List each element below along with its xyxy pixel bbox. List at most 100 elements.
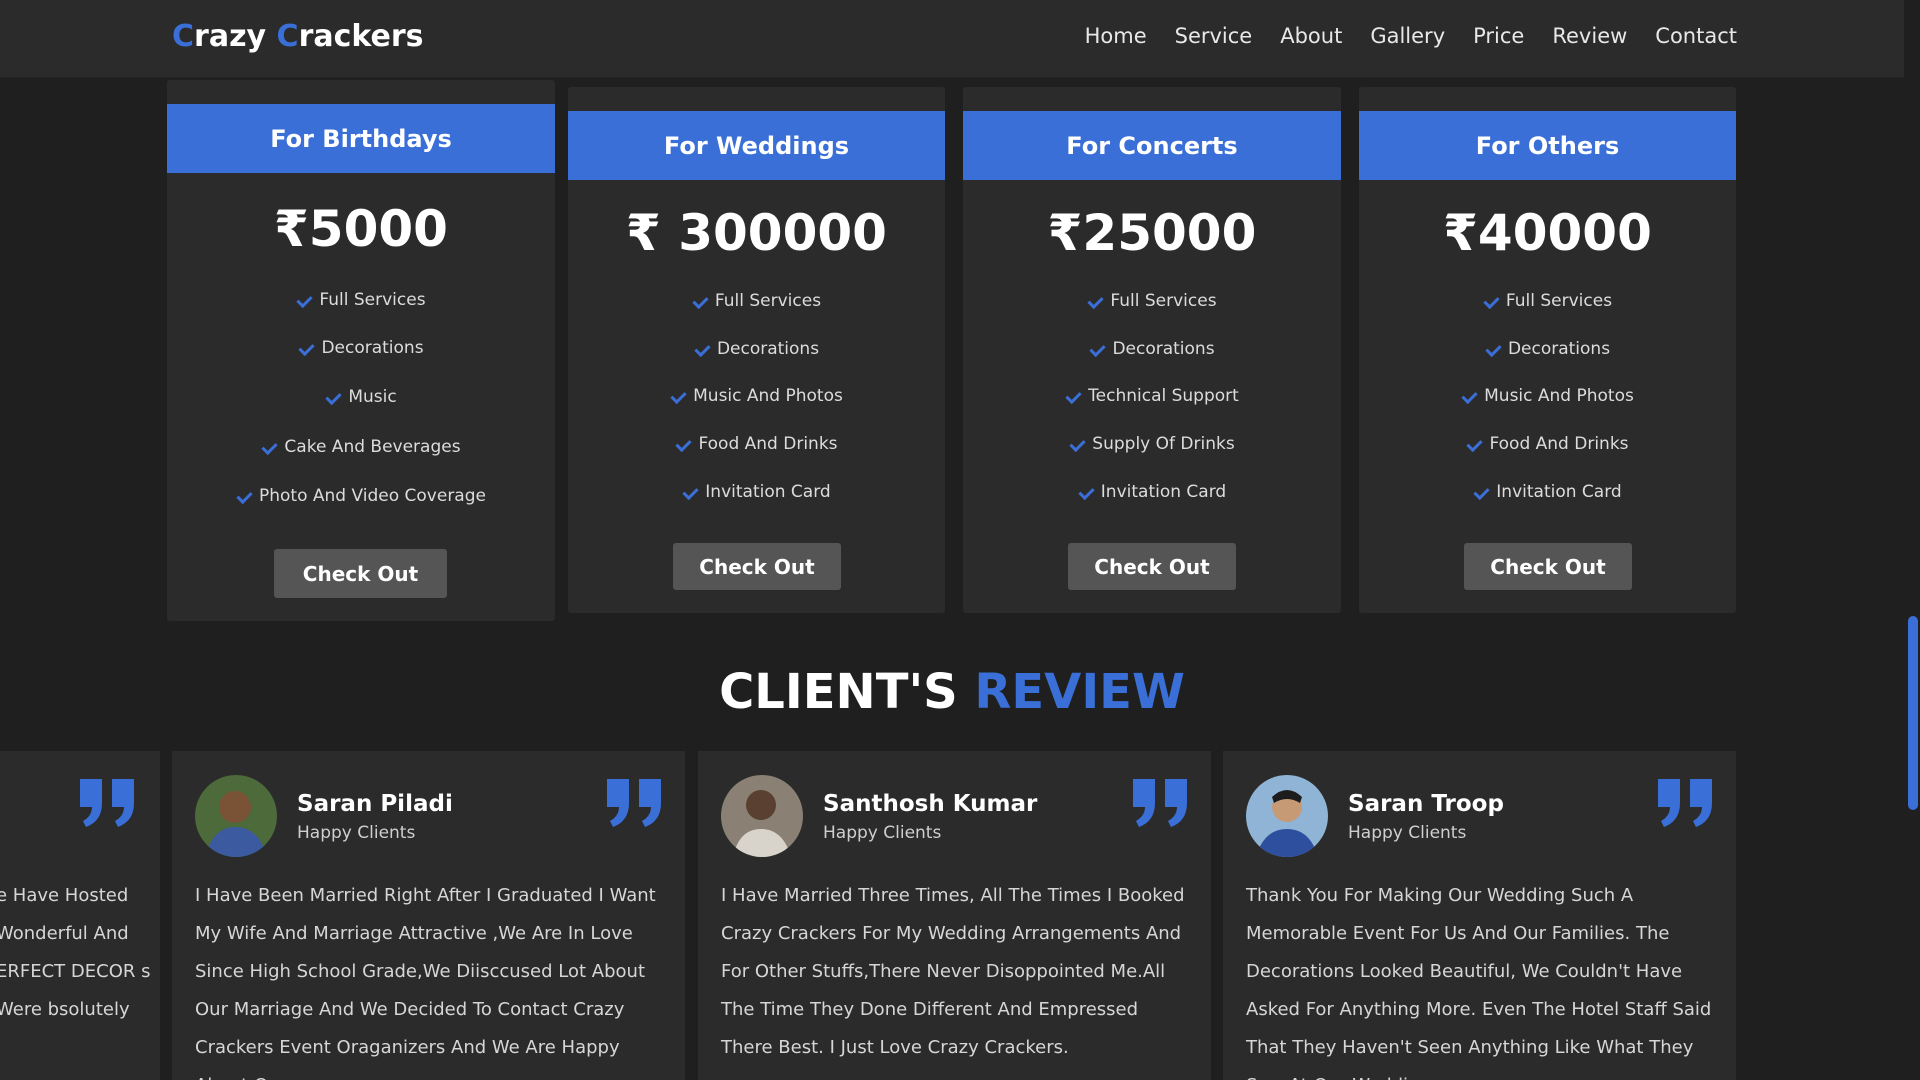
pricing-card-birthdays: For Birthdays ₹5000 Full Services Decora… — [167, 80, 555, 621]
avatar — [1246, 775, 1328, 857]
check-icon — [296, 293, 311, 308]
check-icon — [1089, 342, 1104, 357]
reviewer-name: Saran Piladi — [297, 791, 453, 817]
scrollbar-thumb[interactable] — [1908, 616, 1918, 810]
check-icon — [1087, 294, 1102, 309]
check-icon — [692, 294, 707, 309]
nav-home[interactable]: Home — [1085, 24, 1147, 48]
check-icon — [1483, 294, 1498, 309]
feature-item: Invitation Card — [568, 482, 945, 502]
feature-label: Full Services — [1505, 291, 1613, 311]
feature-item: Food And Drinks — [568, 434, 945, 454]
check-icon — [261, 440, 276, 455]
logo-letter-c1: C — [172, 19, 195, 54]
reviews-title: CLIENT'S REVIEW — [0, 664, 1904, 720]
check-icon — [298, 341, 313, 356]
feature-item: Photo And Video Coverage — [167, 486, 555, 506]
feature-label: Decorations — [1507, 339, 1611, 359]
avatar — [721, 775, 803, 857]
check-icon — [236, 489, 251, 504]
pricing-card-others: For Others ₹40000 Full Services Decorati… — [1359, 87, 1736, 613]
main-nav: Home Service About Gallery Price Review … — [1085, 24, 1737, 48]
review-card: Saran Troop Happy Clients Thank You For … — [1223, 751, 1736, 1080]
check-out-button[interactable]: Check Out — [673, 543, 841, 590]
quote-icon — [607, 779, 661, 827]
nav-price[interactable]: Price — [1473, 24, 1524, 48]
reviewer-role: Happy Clients — [297, 823, 416, 843]
feature-label: Supply Of Drinks — [1092, 434, 1235, 454]
feature-item: Food And Drinks — [1359, 434, 1736, 454]
feature-item: Cake And Beverages — [167, 437, 555, 457]
feature-item: Decorations — [1359, 339, 1736, 359]
check-out-button[interactable]: Check Out — [274, 549, 447, 598]
avatar-photo — [721, 775, 803, 857]
feature-item: Decorations — [167, 338, 555, 358]
nav-gallery[interactable]: Gallery — [1370, 24, 1445, 48]
check-out-button[interactable]: Check Out — [1464, 543, 1632, 590]
site-header: Crazy Crackers Home Service About Galler… — [0, 0, 1904, 78]
feature-label: Decorations — [321, 338, 424, 358]
nav-review[interactable]: Review — [1552, 24, 1627, 48]
quote-icon — [1133, 779, 1187, 827]
feature-item: Full Services — [963, 291, 1341, 311]
check-icon — [1461, 389, 1476, 404]
pricing-card-title: For Weddings — [568, 111, 945, 180]
feature-item: Decorations — [568, 339, 945, 359]
reviews-title-white: CLIENT'S — [719, 664, 975, 720]
review-card-partial: e Have Hosted Wonderful And ERFECT DECOR… — [0, 751, 160, 1080]
feature-label: Music And Photos — [693, 386, 843, 406]
reviewer-role: Happy Clients — [1348, 823, 1467, 843]
review-card: Santhosh Kumar Happy Clients I Have Marr… — [698, 751, 1211, 1080]
reviews-title-blue: REVIEW — [974, 664, 1185, 720]
feature-item: Invitation Card — [1359, 482, 1736, 502]
feature-label: Cake And Beverages — [284, 437, 461, 457]
feature-label: Full Services — [714, 291, 822, 311]
logo-text-2: rackers — [298, 19, 424, 54]
avatar — [195, 775, 277, 857]
check-icon — [1473, 485, 1488, 500]
feature-item: Supply Of Drinks — [963, 434, 1341, 454]
site-logo[interactable]: Crazy Crackers — [172, 19, 424, 54]
check-icon — [1065, 389, 1080, 404]
review-text: I Have Married Three Times, All The Time… — [721, 885, 1185, 1058]
nav-about[interactable]: About — [1280, 24, 1342, 48]
reviewer-name: Saran Troop — [1348, 791, 1504, 817]
feature-label: Decorations — [716, 339, 820, 359]
feature-label: Invitation Card — [1100, 482, 1227, 502]
check-icon — [675, 437, 690, 452]
logo-letter-c2: C — [276, 19, 299, 54]
nav-contact[interactable]: Contact — [1655, 24, 1737, 48]
pricing-card-title: For Others — [1359, 111, 1736, 180]
feature-label: Invitation Card — [1496, 482, 1622, 502]
check-icon — [1078, 485, 1093, 500]
check-icon — [1485, 342, 1500, 357]
feature-label: Music And Photos — [1484, 386, 1634, 406]
nav-service[interactable]: Service — [1175, 24, 1253, 48]
review-text: I Have Been Married Right After I Gradua… — [195, 885, 656, 1080]
check-icon — [1466, 437, 1481, 452]
feature-label: Photo And Video Coverage — [259, 486, 486, 506]
feature-label: Technical Support — [1088, 386, 1239, 406]
review-text: e Have Hosted Wonderful And ERFECT DECOR… — [0, 885, 151, 1020]
feature-item: Full Services — [1359, 291, 1736, 311]
check-icon — [682, 485, 697, 500]
scrollbar-track[interactable] — [1904, 0, 1920, 1080]
check-icon — [1069, 437, 1084, 452]
logo-text-1: razy — [194, 19, 277, 54]
quote-icon — [80, 779, 134, 827]
feature-label: Music — [348, 387, 397, 407]
review-text: Thank You For Making Our Wedding Such A … — [1246, 885, 1712, 1080]
pricing-card-title: For Concerts — [963, 111, 1341, 180]
avatar-photo — [195, 775, 277, 857]
feature-item: Full Services — [568, 291, 945, 311]
pricing-card-price: ₹ 300000 — [626, 204, 887, 262]
feature-label: Food And Drinks — [1489, 434, 1629, 454]
feature-label: Decorations — [1112, 339, 1215, 359]
feature-label: Full Services — [319, 290, 426, 310]
check-icon — [670, 389, 685, 404]
check-out-button[interactable]: Check Out — [1068, 543, 1236, 590]
reviewer-name: Santhosh Kumar — [823, 791, 1038, 817]
feature-item: Technical Support — [963, 386, 1341, 406]
reviewer-role: Happy Clients — [823, 823, 942, 843]
pricing-card-price: ₹40000 — [1443, 204, 1652, 262]
